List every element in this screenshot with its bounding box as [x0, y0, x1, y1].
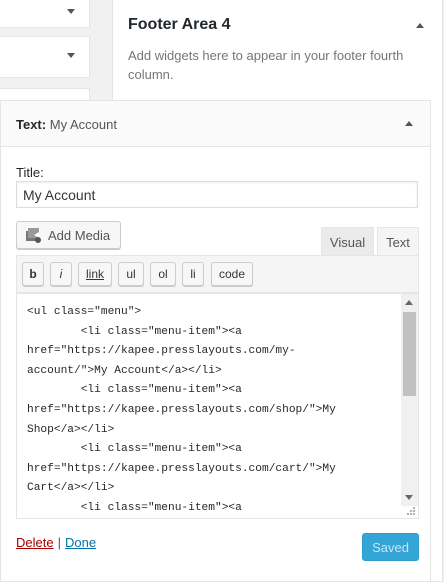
done-link[interactable]: Done	[65, 535, 96, 550]
widget-header[interactable]: Text: My Account	[1, 101, 430, 147]
editor-content[interactable]: <ul class="menu"> <li class="menu-item">…	[17, 294, 418, 518]
quicktag-bold-button[interactable]: b	[22, 262, 44, 286]
quicktag-link-button[interactable]: link	[78, 262, 112, 286]
quicktag-li-button[interactable]: li	[182, 262, 204, 286]
resize-grip-icon[interactable]	[406, 506, 416, 516]
widget-type-label: Text:	[16, 117, 47, 132]
footer-area-title[interactable]: Footer Area 4	[128, 16, 231, 34]
chevron-up-icon[interactable]	[416, 23, 424, 28]
scroll-down-icon[interactable]	[405, 495, 413, 500]
scroll-up-icon[interactable]	[405, 300, 413, 305]
add-media-label: Add Media	[48, 228, 111, 243]
title-field-label: Title:	[16, 165, 44, 180]
footer-area-description: Add widgets here to appear in your foote…	[128, 48, 404, 82]
text-widget-my-account: Text: My Account Title: Add Media Visual…	[0, 100, 431, 582]
quicktag-italic-button[interactable]: i	[50, 262, 72, 286]
quicktags-toolbar: b i link ul ol li code	[16, 255, 419, 293]
delete-link[interactable]: Delete	[16, 535, 54, 550]
sidebar-widget-collapsed-1[interactable]	[0, 0, 90, 28]
quicktag-ol-button[interactable]: ol	[150, 262, 176, 286]
editor-scrollbar[interactable]	[401, 294, 418, 506]
title-input[interactable]	[16, 181, 418, 208]
sidebar-widget-collapsed-2[interactable]	[0, 36, 90, 78]
widget-title: Text: My Account	[16, 117, 117, 132]
quicktag-ul-button[interactable]: ul	[118, 262, 144, 286]
text-editor-area[interactable]: <ul class="menu"> <li class="menu-item">…	[16, 293, 419, 519]
tab-text[interactable]: Text	[377, 227, 419, 256]
media-icon	[26, 228, 41, 243]
chevron-down-icon[interactable]	[67, 53, 75, 58]
scrollbar-thumb[interactable]	[403, 312, 416, 396]
chevron-up-icon[interactable]	[405, 121, 413, 126]
link-separator: |	[57, 535, 61, 550]
chevron-down-icon[interactable]	[67, 9, 75, 14]
quicktag-code-button[interactable]: code	[211, 262, 253, 286]
add-media-button[interactable]: Add Media	[16, 221, 121, 249]
saved-button[interactable]: Saved	[362, 533, 419, 561]
widget-control-links: Delete | Done	[16, 535, 96, 550]
widget-name: My Account	[49, 117, 117, 132]
tab-visual[interactable]: Visual	[321, 227, 374, 255]
